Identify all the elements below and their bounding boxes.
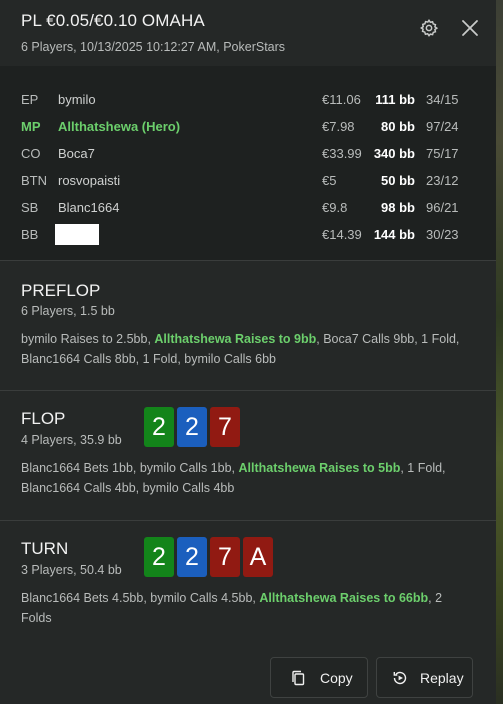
player-stack-bb: 80 bb: [381, 119, 415, 134]
player-row: SB Blanc1664 €9.8 98 bb 96/21: [0, 194, 496, 221]
street-flop: FLOP 4 Players, 35.9 bb 2 2 7 Blanc1664 …: [0, 390, 496, 520]
player-stats: 75/17: [426, 146, 459, 161]
player-stack: €7.98: [322, 119, 355, 134]
player-stats: 97/24: [426, 119, 459, 134]
copy-icon: [292, 670, 305, 685]
replay-button-label: Replay: [420, 669, 464, 686]
replay-button[interactable]: Replay: [376, 657, 473, 698]
action-text: bymilo Raises to 2.5bb,: [21, 332, 155, 346]
panel-header: PL €0.05/€0.10 OMAHA 6 Players, 10/13/20…: [0, 0, 496, 66]
street-name: TURN: [21, 539, 69, 558]
hand-subtitle: 6 Players, 10/13/2025 10:12:27 AM, Poker…: [21, 40, 286, 54]
player-stats: 34/15: [426, 92, 459, 107]
player-name[interactable]: rosvopaisti: [58, 173, 120, 188]
player-stack-bb: 340 bb: [373, 146, 415, 161]
player-row: CO Boca7 €33.99 340 bb 75/17: [0, 140, 496, 167]
board-cards: 2 2 7 A: [144, 537, 273, 577]
player-stats: 30/23: [426, 227, 459, 242]
player-stack: €5: [322, 173, 337, 188]
card-heart: 7: [210, 407, 240, 447]
player-stack: €14.39: [322, 227, 362, 242]
card-diamond: 2: [177, 407, 207, 447]
player-stack-bb: 98 bb: [381, 200, 415, 215]
street-actions: bymilo Raises to 2.5bb, Allthatshewa Rai…: [21, 329, 466, 369]
players-table: EP bymilo €11.06 111 bb 34/15 MP Allthat…: [0, 66, 496, 260]
street-name: FLOP: [21, 409, 66, 428]
redacted-player-name: [55, 224, 99, 245]
background-window-edge: [496, 0, 503, 704]
street-preflop: PREFLOP 6 Players, 1.5 bb bymilo Raises …: [0, 260, 496, 390]
street-name: PREFLOP: [21, 281, 101, 300]
player-position: EP: [21, 92, 39, 107]
player-name[interactable]: Allthatshewa (Hero): [58, 119, 180, 134]
gear-icon[interactable]: [419, 18, 439, 38]
street-info: 6 Players, 1.5 bb: [21, 304, 115, 318]
player-stack: €9.8: [322, 200, 348, 215]
player-stats: 23/12: [426, 173, 459, 188]
player-stack: €33.99: [322, 146, 362, 161]
player-position: BB: [21, 227, 39, 242]
card-club: 2: [144, 407, 174, 447]
street-info: 4 Players, 35.9 bb: [21, 433, 122, 447]
hero-action: Allthatshewa Raises to 9bb: [154, 332, 317, 346]
card-heart: A: [243, 537, 273, 577]
player-row: BTN rosvopaisti €5 50 bb 23/12: [0, 167, 496, 194]
action-text: Blanc1664 Bets 1bb, bymilo Calls 1bb,: [21, 461, 239, 475]
player-row: BB €14.39 144 bb 30/23: [0, 221, 496, 248]
player-name[interactable]: bymilo: [58, 92, 96, 107]
player-row-hero: MP Allthatshewa (Hero) €7.98 80 bb 97/24: [0, 113, 496, 140]
player-stack: €11.06: [322, 92, 361, 107]
player-position: BTN: [21, 173, 47, 188]
copy-button[interactable]: Copy: [270, 657, 368, 698]
player-name[interactable]: Boca7: [58, 146, 95, 161]
hero-action: Allthatshewa Raises to 66bb: [259, 591, 429, 605]
street-actions: Blanc1664 Bets 1bb, bymilo Calls 1bb, Al…: [21, 458, 466, 498]
street-turn: TURN 3 Players, 50.4 bb 2 2 7 A Blanc166…: [0, 520, 496, 650]
player-stack-bb: 111 bb: [375, 92, 415, 107]
player-row: EP bymilo €11.06 111 bb 34/15: [0, 86, 496, 113]
close-icon[interactable]: [459, 17, 481, 39]
card-diamond: 2: [177, 537, 207, 577]
card-heart: 7: [210, 537, 240, 577]
board-cards: 2 2 7: [144, 407, 240, 447]
street-actions: Blanc1664 Bets 4.5bb, bymilo Calls 4.5bb…: [21, 588, 466, 628]
hand-history-panel: PL €0.05/€0.10 OMAHA 6 Players, 10/13/20…: [0, 0, 496, 704]
player-position: SB: [21, 200, 39, 215]
copy-button-label: Copy: [320, 669, 353, 686]
player-position: CO: [21, 146, 41, 161]
player-stack-bb: 144 bb: [373, 227, 415, 242]
action-text: Blanc1664 Bets 4.5bb, bymilo Calls 4.5bb…: [21, 591, 260, 605]
hero-action: Allthatshewa Raises to 5bb: [238, 461, 401, 475]
player-stack-bb: 50 bb: [381, 173, 415, 188]
player-stats: 96/21: [426, 200, 459, 215]
hand-title: PL €0.05/€0.10 OMAHA: [21, 11, 205, 30]
player-position: MP: [21, 119, 41, 134]
player-name[interactable]: Blanc1664: [58, 200, 119, 215]
card-club: 2: [144, 537, 174, 577]
replay-icon: [393, 671, 407, 684]
street-info: 3 Players, 50.4 bb: [21, 563, 122, 577]
